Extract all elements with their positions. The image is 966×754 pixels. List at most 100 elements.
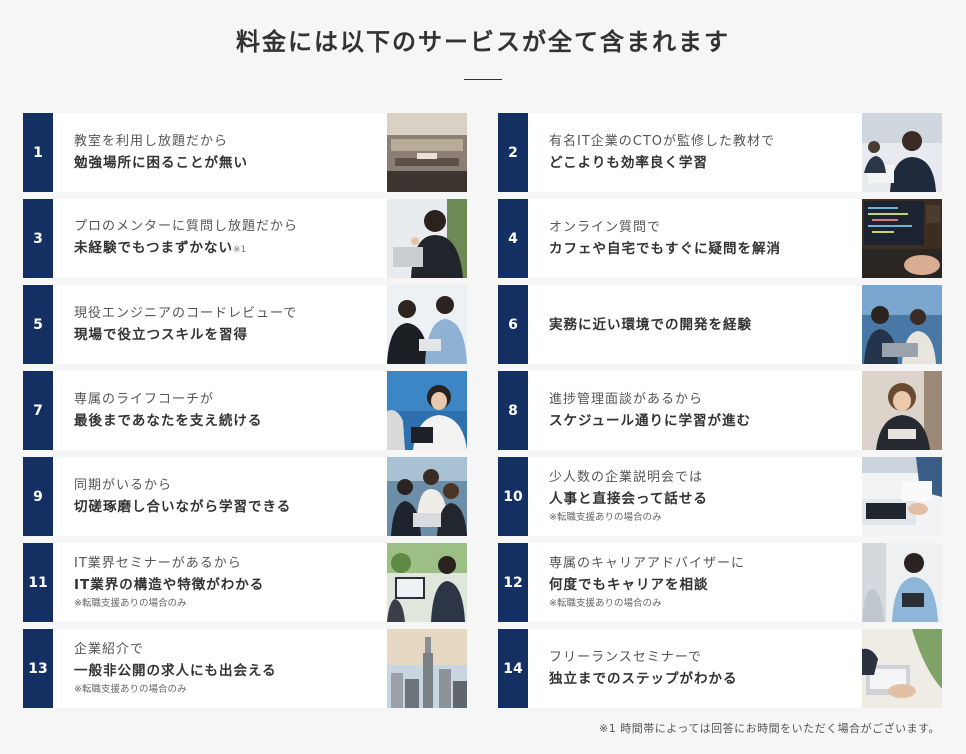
service-card-9: 9 同期がいるから切磋琢磨し合いながら学習できる <box>23 457 467 536</box>
card-subtitle: 企業紹介で <box>74 642 145 657</box>
card-text: 現役エンジニアのコードレビューで 現場で役立つスキルを習得 <box>74 285 381 364</box>
card-text: 専属のキャリアアドバイザーに 何度でもキャリアを相談 ※転職支援ありの場合のみ <box>549 543 856 622</box>
card-number-badge: 9 <box>23 457 53 536</box>
laptop-code-photo <box>862 199 942 278</box>
card-title: 現場で役立つスキルを習得 <box>74 324 381 346</box>
card-title: 勉強場所に困ることが無い <box>74 152 381 174</box>
coach-photo <box>387 371 467 450</box>
card-subtitle: 専属のライフコーチが <box>74 391 215 407</box>
card-title: カフェや自宅でもすぐに疑問を解消 <box>549 238 856 260</box>
card-text: フリーランスセミナーで独立までのステップがわかる <box>549 629 856 708</box>
card-note: ※転職支援ありの場合のみ <box>74 684 187 695</box>
freelance-photo <box>862 629 942 708</box>
card-subtitle: 有名IT企業のCTOが監修した教材で <box>549 133 776 149</box>
office-photo <box>387 113 467 192</box>
card-number-badge: 3 <box>23 199 53 278</box>
service-card-12: 12 専属のキャリアアドバイザーに 何度でもキャリアを相談 ※転職支援ありの場合のみ <box>498 543 942 622</box>
service-card-7: 7 専属のライフコーチが最後まであなたを支え続ける <box>23 371 467 450</box>
card-text: 専属のライフコーチが最後まであなたを支え続ける <box>74 371 381 450</box>
card-subtitle: フリーランスセミナーで <box>549 649 702 665</box>
card-title-text: 現場で役立つスキルを習得 <box>74 326 248 343</box>
service-card-8: 8 進捗管理面談があるからスケジュール通りに学習が進む <box>498 371 942 450</box>
seminar-photo <box>387 543 467 622</box>
card-text: IT業界セミナーがあるから IT業界の構造や特徴がわかる ※転職支援ありの場合のみ <box>74 543 381 622</box>
card-subtitle: 同期がいるから <box>74 477 173 493</box>
card-number-badge: 12 <box>498 543 528 622</box>
card-number-badge: 11 <box>23 543 53 622</box>
card-title-text: 最後まであなたを支え続ける <box>74 412 263 429</box>
card-text: 実務に近い環境での開発を経験 <box>549 285 856 364</box>
card-text: 有名IT企業のCTOが監修した教材で どこよりも効率良く学習 <box>549 113 856 192</box>
card-title: IT業界の構造や特徴がわかる <box>74 574 381 596</box>
card-title-text: 切磋琢磨し合いながら学習できる <box>74 498 292 515</box>
card-number-badge: 10 <box>498 457 528 536</box>
service-card-2: 2 有名IT企業のCTOが監修した教材で どこよりも効率良く学習 <box>498 113 942 192</box>
service-card-14: 14 フリーランスセミナーで独立までのステップがわかる <box>498 629 942 708</box>
card-number-badge: 13 <box>23 629 53 708</box>
card-title: 実務に近い環境での開発を経験 <box>549 314 856 336</box>
card-title-text: 独立までのステップがわかる <box>549 670 738 687</box>
card-text: 少人数の企業説明会では 人事と直接会って話せる ※転職支援ありの場合のみ <box>549 457 856 536</box>
advisor-photo <box>862 543 942 622</box>
card-text: プロのメンターに質問し放題だから 未経験でもつまずかない※1 <box>74 199 381 278</box>
card-number-badge: 5 <box>23 285 53 364</box>
card-title: 人事と直接会って話せる <box>549 488 856 510</box>
card-text: 教室を利用し放題だから勉強場所に困ることが無い <box>74 113 381 192</box>
card-subtitle: IT業界セミナーがあるから <box>74 556 242 571</box>
card-number-badge: 7 <box>23 371 53 450</box>
card-title: 切磋琢磨し合いながら学習できる <box>74 496 381 518</box>
card-title: 独立までのステップがわかる <box>549 668 856 690</box>
card-subtitle: 現役エンジニアのコードレビューで <box>74 305 298 321</box>
team-dev-photo <box>862 285 942 364</box>
city-photo <box>387 629 467 708</box>
card-title-text: IT業界の構造や特徴がわかる <box>74 577 265 593</box>
card-title: 一般非公開の求人にも出会える <box>74 660 381 682</box>
card-number-badge: 2 <box>498 113 528 192</box>
card-title: 最後まであなたを支え続ける <box>74 410 381 432</box>
card-subtitle: 少人数の企業説明会では <box>549 470 704 485</box>
card-subtitle: 進捗管理面談があるから <box>549 391 704 407</box>
card-number-badge: 8 <box>498 371 528 450</box>
card-subtitle: 専属のキャリアアドバイザーに <box>549 556 746 571</box>
service-card-5: 5 現役エンジニアのコードレビューで 現場で役立つスキルを習得 <box>23 285 467 364</box>
service-card-3: 3 プロのメンターに質問し放題だから 未経験でもつまずかない※1 <box>23 199 467 278</box>
card-title-text: 一般非公開の求人にも出会える <box>74 663 277 679</box>
footnote: ※1 時間帯によっては回答にお時間をいただく場合がございます。 <box>598 722 940 735</box>
card-title-text: 実務に近い環境での開発を経験 <box>549 316 752 333</box>
service-card-6: 6 実務に近い環境での開発を経験 <box>498 285 942 364</box>
card-title-text: 人事と直接会って話せる <box>549 491 708 507</box>
card-title-text: スケジュール通りに学習が進む <box>549 412 752 429</box>
card-note: ※転職支援ありの場合のみ <box>74 598 187 609</box>
card-subtitle: 教室を利用し放題だから <box>74 133 229 149</box>
card-title-text: どこよりも効率良く学習 <box>549 154 708 171</box>
service-card-10: 10 少人数の企業説明会では 人事と直接会って話せる ※転職支援ありの場合のみ <box>498 457 942 536</box>
peers-photo <box>387 457 467 536</box>
card-number-badge: 4 <box>498 199 528 278</box>
card-text: 進捗管理面談があるからスケジュール通りに学習が進む <box>549 371 856 450</box>
businessman-photo <box>862 113 942 192</box>
card-subtitle: オンライン質問で <box>549 219 662 235</box>
card-title: 未経験でもつまずかない※1 <box>74 237 381 261</box>
card-number-badge: 6 <box>498 285 528 364</box>
card-number-badge: 14 <box>498 629 528 708</box>
service-card-4: 4 オンライン質問でカフェや自宅でもすぐに疑問を解消 <box>498 199 942 278</box>
service-card-11: 11 IT業界セミナーがあるから IT業界の構造や特徴がわかる ※転職支援ありの場合の… <box>23 543 467 622</box>
card-text: オンライン質問でカフェや自宅でもすぐに疑問を解消 <box>549 199 856 278</box>
meeting-photo <box>862 457 942 536</box>
card-title: どこよりも効率良く学習 <box>549 152 856 174</box>
card-text: 企業紹介で一般非公開の求人にも出会える ※転職支援ありの場合のみ <box>74 629 381 708</box>
card-title-text: 未経験でもつまずかない <box>74 239 233 256</box>
service-grid: 1 教室を利用し放題だから勉強場所に困ることが無い 2 有名IT企業のCTOが監修した… <box>0 0 966 754</box>
card-number-badge: 1 <box>23 113 53 192</box>
card-note: ※転職支援ありの場合のみ <box>549 512 662 523</box>
card-note: ※転職支援ありの場合のみ <box>549 598 662 609</box>
interview-photo <box>862 371 942 450</box>
card-title-text: 何度でもキャリアを相談 <box>549 577 709 593</box>
mentor-photo <box>387 199 467 278</box>
service-card-13: 13 企業紹介で一般非公開の求人にも出会える ※転職支援ありの場合のみ <box>23 629 467 708</box>
footnote-mark: ※1 <box>232 244 247 255</box>
card-subtitle: プロのメンターに質問し放題だから <box>74 218 299 234</box>
code-review-photo <box>387 285 467 364</box>
card-title-text: カフェや自宅でもすぐに疑問を解消 <box>549 240 781 257</box>
card-title: スケジュール通りに学習が進む <box>549 410 856 432</box>
